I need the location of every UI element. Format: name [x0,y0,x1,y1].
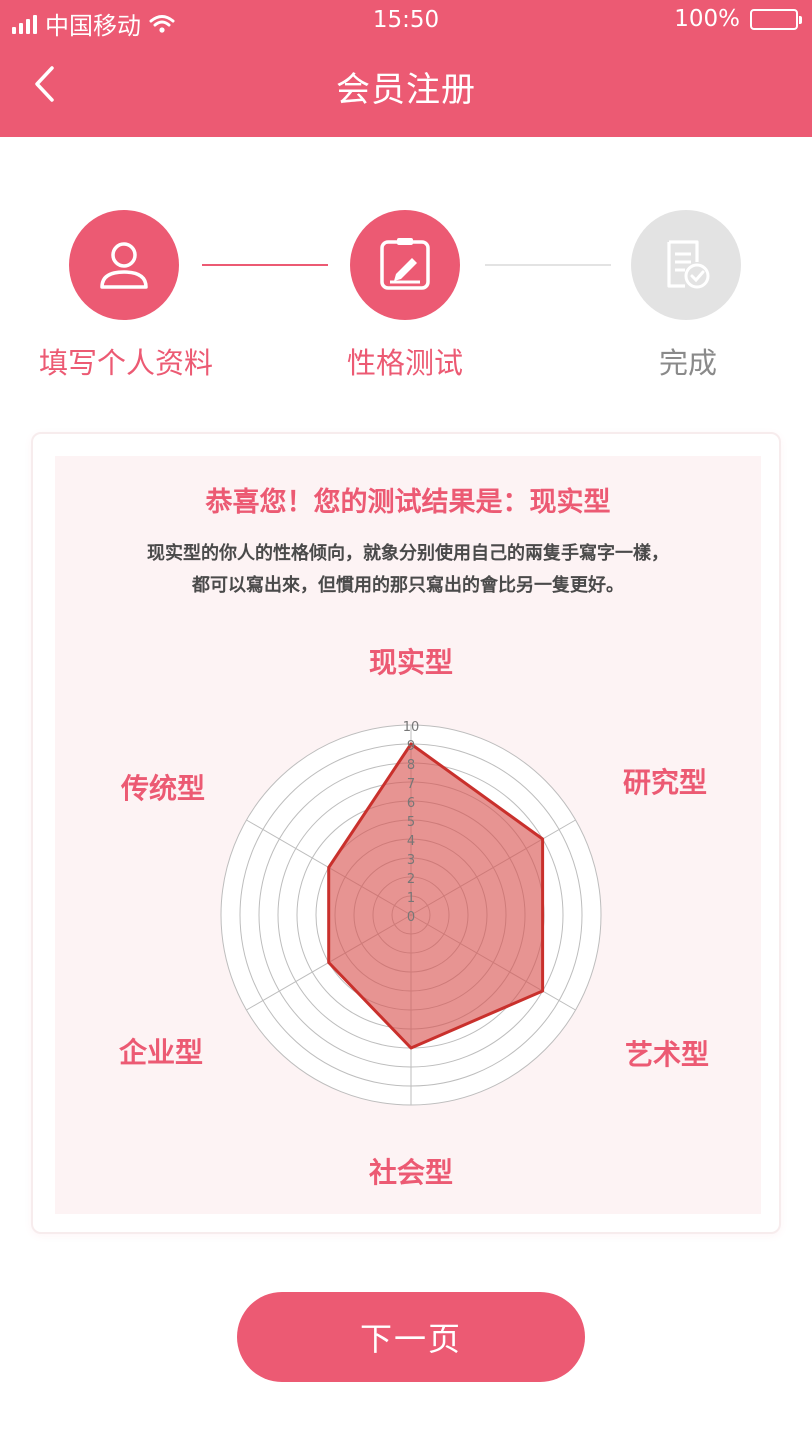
result-panel: 恭喜您！您的测试结果是：现实型 现实型的你人的性格倾向，就象分别使用自己的兩隻手… [55,456,761,1214]
step-2-circle [350,210,460,320]
radar-axis-label: 企业型 [119,1036,203,1069]
header: 中国移动 15:50 100% 会员注册 [0,0,812,137]
step-2-label: 性格测试 [346,346,463,380]
result-card: 恭喜您！您的测试结果是：现实型 现实型的你人的性格倾向，就象分别使用自己的兩隻手… [31,432,781,1234]
page-title: 会员注册 [336,70,476,110]
step-1-circle [69,210,179,320]
user-icon [100,242,148,289]
radar-tick-label: 9 [407,739,415,754]
radar-axis-label: 艺术型 [625,1038,709,1071]
radar-tick-label: 7 [407,777,415,792]
radar-axis-label: 研究型 [623,766,707,799]
radar-tick-label: 1 [407,891,415,906]
radar-axis-label: 社会型 [369,1156,453,1189]
step-3-label: 完成 [658,346,717,380]
radar-axis-label: 传统型 [120,772,205,805]
radar-tick-label: 0 [407,910,415,925]
radar-tick-label: 10 [403,720,420,735]
radar-tick-label: 8 [407,758,415,773]
progress-steps: 填写个人资料 性格测试 完成 [0,210,812,390]
radar-tick-label: 5 [407,815,415,830]
status-bar: 中国移动 15:50 100% [0,0,812,44]
battery-icon [750,8,802,30]
step-3-circle [631,210,741,320]
radar-axis-label: 现实型 [369,646,453,679]
status-right: 100% [674,6,802,32]
radar-tick-label: 3 [407,853,415,868]
document-check-icon [667,240,710,289]
radar-tick-label: 6 [407,796,415,811]
step-connector-1 [202,264,328,266]
edit-clipboard-icon [380,238,430,290]
radar-chart: 0 1 2 3 4 5 6 7 8 9 10 现实型研究型艺术型社会型 企业型 传统型 [119,646,709,1189]
step-connector-2 [485,264,611,266]
radar-tick-label: 4 [407,834,415,849]
step-1-label: 填写个人资料 [38,346,213,380]
radar-tick-label: 2 [407,872,415,887]
next-page-button[interactable]: 下一页 [237,1292,585,1382]
battery-percent: 100% [674,6,740,32]
